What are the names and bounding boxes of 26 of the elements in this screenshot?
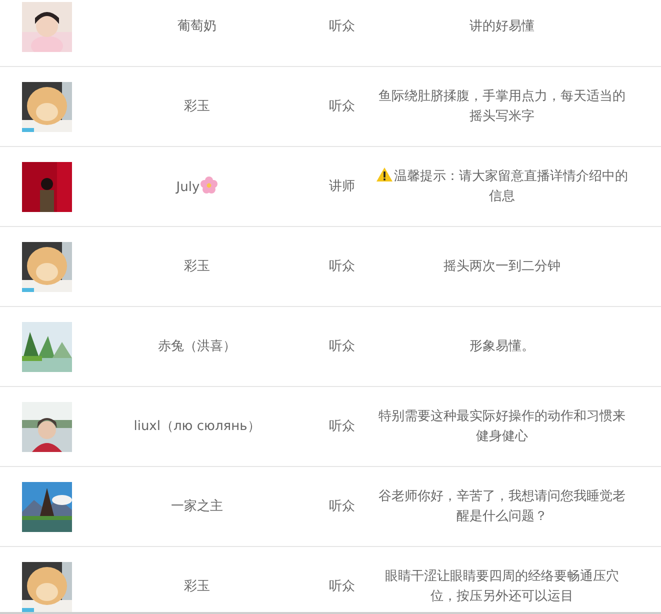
- user-role: 听众: [329, 498, 355, 514]
- user-name: 彩玉: [184, 258, 210, 274]
- flower-icon: [200, 176, 218, 194]
- comment-text: 谷老师你好，辛苦了，我想请问您我睡觉老醒是什么问题？: [378, 488, 626, 526]
- user-role: 听众: [329, 338, 355, 354]
- user-name: July: [176, 180, 218, 195]
- warning-icon: [376, 166, 393, 182]
- comment-text: 特别需要这种最实际好操作的动作和习惯来健身健心: [378, 408, 626, 446]
- comment-text: 眼睛干涩让眼睛要四周的经络要畅通压穴位，按压另外还可以运目: [384, 568, 620, 606]
- comment-text: 形象易懂。: [470, 338, 534, 356]
- user-role: 听众: [329, 258, 355, 274]
- comment-text: 摇头两次一到二分钟: [444, 258, 560, 276]
- user-role: 听众: [329, 578, 355, 594]
- user-name: 彩玉: [184, 98, 210, 114]
- user-role: 讲师: [329, 178, 355, 194]
- user-name: 一家之主: [171, 498, 223, 514]
- user-name: 赤兔（洪喜）: [158, 338, 236, 354]
- user-name: 葡萄奶: [178, 18, 216, 34]
- comment-text: 温馨提示：请大家留意直播详情介绍中的信息: [376, 166, 628, 206]
- comment-text: 讲的好易懂: [470, 18, 534, 36]
- comment-text: 鱼际绕肚脐揉腹，手掌用点力，每天适当的摇头写米字: [378, 88, 626, 126]
- user-role: 听众: [329, 18, 355, 34]
- user-role: 听众: [329, 98, 355, 114]
- user-role: 听众: [329, 418, 355, 434]
- user-name: liuxl（лю сюлянь）: [134, 418, 260, 434]
- user-name: 彩玉: [184, 578, 210, 594]
